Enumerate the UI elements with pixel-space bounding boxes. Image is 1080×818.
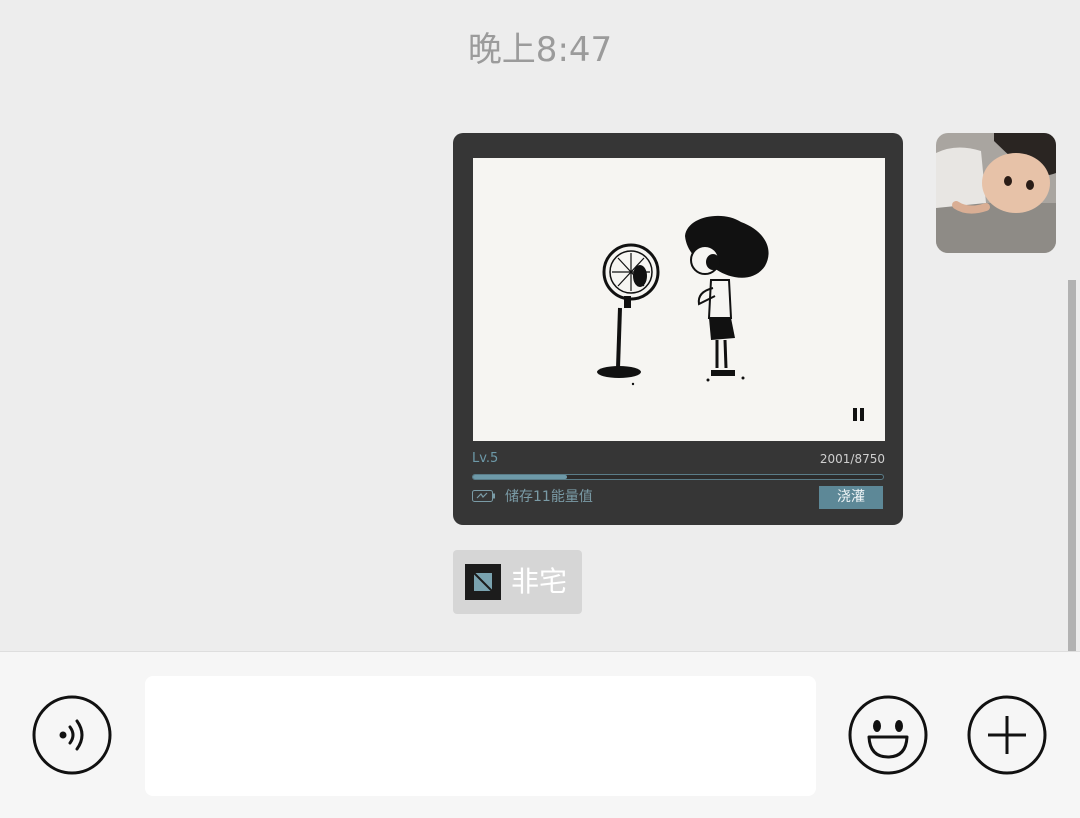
- stored-energy-text: 储存11能量值: [505, 489, 593, 505]
- energy-counter: 2001/8750: [819, 452, 885, 466]
- energy-progress-bar: [472, 474, 884, 480]
- fan-girl-illustration: [597, 215, 769, 386]
- water-button[interactable]: 浇灌: [819, 486, 883, 509]
- source-name: 非宅: [511, 565, 568, 598]
- message-input[interactable]: [145, 676, 816, 796]
- energy-progress-fill: [473, 475, 567, 479]
- mini-program-card[interactable]: Lv.5 2001/8750 储存11能量值 浇灌: [453, 133, 903, 525]
- chat-timestamp: 晚上8:47: [467, 30, 613, 70]
- emoji-icon[interactable]: [848, 695, 928, 775]
- voice-icon[interactable]: [32, 695, 112, 775]
- chat-scrollbar[interactable]: [1068, 280, 1076, 652]
- avatar[interactable]: [936, 133, 1056, 253]
- source-tag[interactable]: 非宅: [453, 550, 582, 614]
- app-logo-icon: [465, 564, 501, 600]
- level-label: Lv.5: [472, 451, 499, 466]
- battery-icon: [472, 490, 495, 502]
- input-bar: [0, 651, 1080, 818]
- plus-icon[interactable]: [967, 695, 1047, 775]
- child-photo-avatar: [936, 133, 1056, 253]
- animation-screen[interactable]: [473, 158, 885, 441]
- pause-icon[interactable]: [853, 408, 865, 421]
